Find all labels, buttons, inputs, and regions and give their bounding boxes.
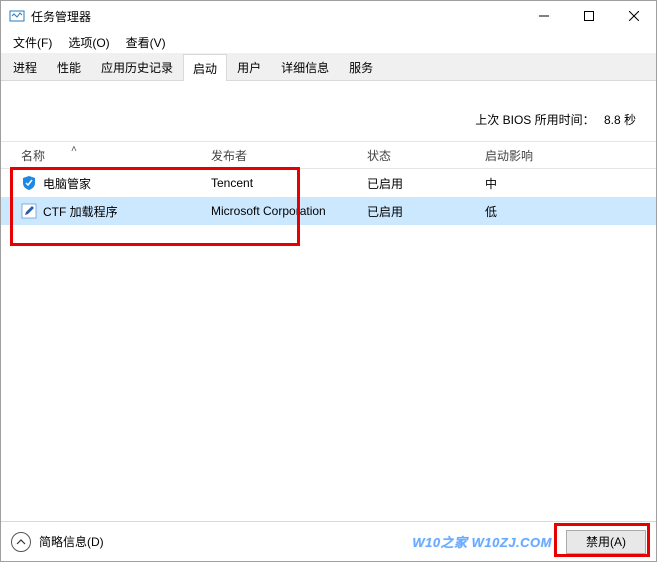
tab-performance[interactable]: 性能	[47, 53, 91, 80]
maximize-button[interactable]	[566, 1, 611, 31]
rows-container: 电脑管家 Tencent 已启用 中 CTF 加载程序 Microsoft Co…	[1, 169, 656, 225]
col-header-status[interactable]: 状态	[367, 147, 485, 164]
col-header-impact[interactable]: 启动影响	[485, 147, 656, 164]
footer-bar: 简略信息(D) W10之家 W10ZJ.COM 禁用(A)	[1, 521, 656, 561]
fewer-details-link[interactable]: 简略信息(D)	[39, 533, 104, 550]
row-name: CTF 加载程序	[43, 203, 118, 220]
bios-value: 8.8 秒	[604, 113, 636, 127]
row-status: 已启用	[367, 203, 485, 220]
watermark-text: W10之家 W10ZJ.COM	[412, 532, 552, 551]
table-row[interactable]: CTF 加载程序 Microsoft Corporation 已启用 低	[1, 197, 656, 225]
title-bar: 任务管理器	[1, 1, 656, 31]
tab-services[interactable]: 服务	[339, 53, 383, 80]
window-controls	[521, 1, 656, 31]
bios-label: 上次 BIOS 所用时间：	[475, 113, 594, 127]
content-area: 上次 BIOS 所用时间： 8.8 秒 ˄ 名称 发布者 状态 启动影响 电脑管…	[1, 81, 656, 521]
startup-grid: ˄ 名称 发布者 状态 启动影响 电脑管家 Tencent 已启用 中	[1, 141, 656, 225]
column-headers: ˄ 名称 发布者 状态 启动影响	[1, 141, 656, 169]
tab-processes[interactable]: 进程	[3, 53, 47, 80]
minimize-button[interactable]	[521, 1, 566, 31]
chevron-up-icon[interactable]	[11, 532, 31, 552]
row-impact: 低	[485, 203, 656, 220]
close-button[interactable]	[611, 1, 656, 31]
menu-file[interactable]: 文件(F)	[5, 32, 60, 53]
pencil-icon	[21, 203, 37, 219]
sort-caret-icon: ˄	[71, 144, 77, 155]
row-name: 电脑管家	[43, 175, 91, 192]
app-icon	[9, 8, 25, 24]
tab-bar: 进程 性能 应用历史记录 启动 用户 详细信息 服务	[1, 53, 656, 81]
col-header-publisher[interactable]: 发布者	[211, 147, 367, 164]
menu-view[interactable]: 查看(V)	[118, 32, 174, 53]
row-publisher: Microsoft Corporation	[211, 204, 367, 218]
menu-bar: 文件(F) 选项(O) 查看(V)	[1, 31, 656, 53]
tab-startup[interactable]: 启动	[183, 54, 227, 81]
disable-button[interactable]: 禁用(A)	[566, 530, 646, 554]
row-impact: 中	[485, 175, 656, 192]
row-status: 已启用	[367, 175, 485, 192]
bios-time: 上次 BIOS 所用时间： 8.8 秒	[475, 111, 636, 128]
tab-users[interactable]: 用户	[227, 53, 271, 80]
tab-details[interactable]: 详细信息	[271, 53, 339, 80]
menu-options[interactable]: 选项(O)	[60, 32, 117, 53]
table-row[interactable]: 电脑管家 Tencent 已启用 中	[1, 169, 656, 197]
tab-app-history[interactable]: 应用历史记录	[91, 53, 183, 80]
col-header-name[interactable]: ˄ 名称	[1, 147, 211, 164]
shield-icon	[21, 175, 37, 191]
row-publisher: Tencent	[211, 176, 367, 190]
window-title: 任务管理器	[31, 8, 91, 25]
